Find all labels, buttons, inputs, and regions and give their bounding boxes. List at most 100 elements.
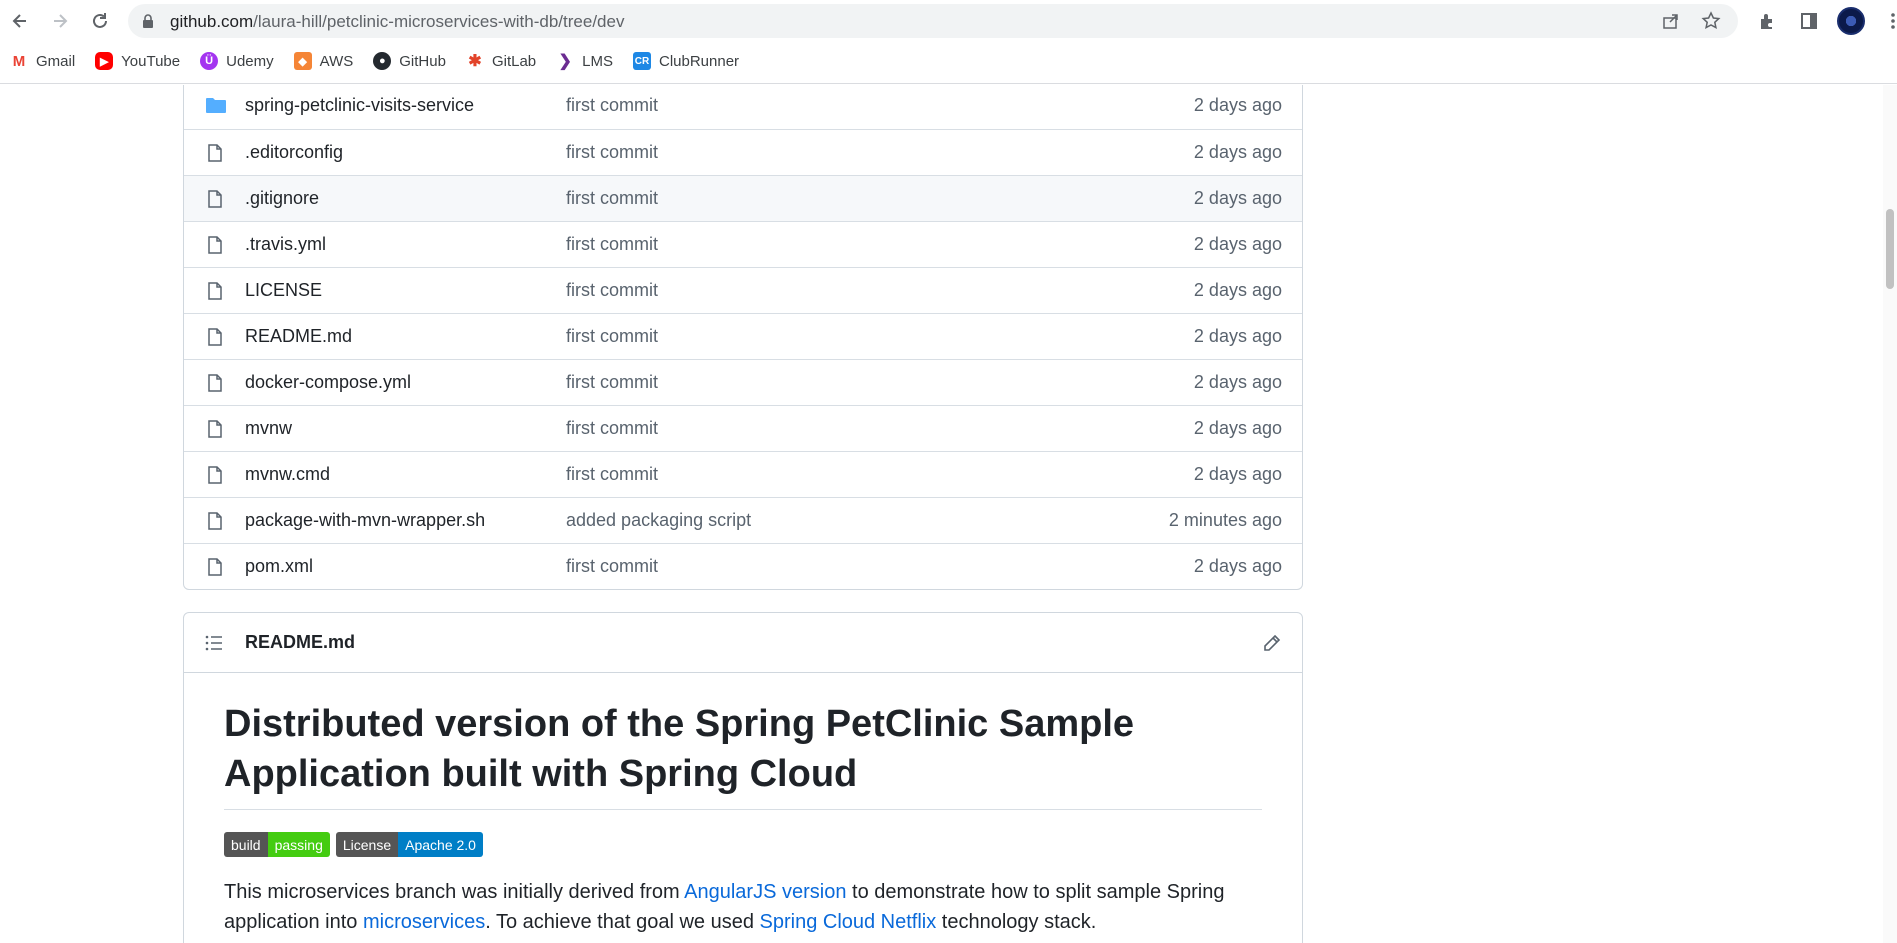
udemy-icon: Ü (200, 52, 219, 70)
file-icon (205, 511, 225, 531)
commit-age: 2 minutes ago (1168, 510, 1282, 530)
file-name-link[interactable]: package-with-mvn-wrapper.sh (245, 510, 485, 531)
commit-message-link[interactable]: added packaging script (566, 510, 751, 531)
reload-icon[interactable] (85, 6, 115, 36)
text: . To achieve that goal we used (485, 911, 760, 933)
clubrunner-icon: CR (633, 52, 651, 70)
file-row[interactable]: LICENSE first commit 2 days ago (184, 267, 1302, 313)
side-panel-icon[interactable] (1794, 6, 1824, 36)
text: technology stack. (936, 911, 1097, 933)
commit-message-link[interactable]: first commit (566, 95, 658, 116)
file-name-link[interactable]: LICENSE (245, 280, 322, 301)
file-row[interactable]: spring-petclinic-visits-service first com… (184, 85, 1302, 129)
file-name-link[interactable]: spring-petclinic-visits-service (245, 95, 474, 116)
bookmark-youtube[interactable]: ▶ YouTube (95, 48, 188, 74)
commit-message-link[interactable]: first commit (566, 556, 658, 577)
commit-age: 2 days ago (1193, 372, 1282, 392)
badge-value: passing (267, 832, 330, 857)
gmail-icon: M (10, 52, 28, 70)
file-name-link[interactable]: pom.xml (245, 556, 313, 577)
file-row[interactable]: .gitignore first commit 2 days ago (184, 175, 1302, 221)
file-row[interactable]: pom.xml first commit 2 days ago (184, 543, 1302, 589)
commit-age: 2 days ago (1193, 556, 1282, 576)
file-name-link[interactable]: mvnw (245, 418, 292, 439)
commit-message-link[interactable]: first commit (566, 188, 658, 209)
file-icon (205, 373, 225, 393)
aws-icon: ◆ (293, 52, 312, 70)
file-row[interactable]: mvnw first commit 2 days ago (184, 405, 1302, 451)
file-row[interactable]: docker-compose.yml first commit 2 days ago (184, 359, 1302, 405)
lms-icon: ❯ (556, 52, 575, 70)
commit-message-link[interactable]: first commit (566, 326, 658, 347)
bookmark-lms[interactable]: ❯ LMS (556, 48, 621, 74)
angularjs-link[interactable]: AngularJS version (684, 881, 846, 903)
lock-icon[interactable] (140, 13, 156, 29)
page-scrollbar[interactable] (1883, 85, 1897, 943)
commit-message-link[interactable]: first commit (566, 418, 658, 439)
menu-kebab-icon[interactable] (1878, 6, 1897, 36)
forward-icon[interactable] (45, 6, 75, 36)
commit-message-link[interactable]: first commit (566, 234, 658, 255)
badge-label: License (335, 832, 399, 857)
bookmark-gmail[interactable]: M Gmail (10, 48, 83, 74)
readme-filename[interactable]: README.md (245, 632, 355, 653)
file-name-link[interactable]: docker-compose.yml (245, 372, 411, 393)
commit-age: 2 days ago (1193, 234, 1282, 254)
url-text: github.com/laura-hill/petclinic-microser… (170, 12, 625, 31)
text: This microservices branch was initially … (224, 881, 685, 903)
readme-heading-line-2: Application built with Spring Cloud (224, 753, 858, 795)
profile-avatar[interactable] (1836, 6, 1866, 36)
file-row[interactable]: package-with-mvn-wrapper.sh added packagi… (184, 497, 1302, 543)
file-row[interactable]: .travis.yml first commit 2 days ago (184, 221, 1302, 267)
file-icon (205, 419, 225, 439)
bookmark-aws[interactable]: ◆ AWS (293, 48, 362, 74)
build-badge[interactable]: build passing (224, 832, 330, 857)
bookmark-github[interactable]: ● GitHub (373, 48, 454, 74)
edit-pencil-icon[interactable] (1262, 633, 1282, 653)
file-name-link[interactable]: .editorconfig (245, 142, 343, 163)
outline-list-icon[interactable] (204, 633, 224, 653)
file-icon (205, 143, 225, 163)
bookmark-star-icon[interactable] (1700, 10, 1722, 32)
badge-value: Apache 2.0 (398, 832, 483, 857)
scrollbar-thumb[interactable] (1886, 209, 1894, 289)
file-row[interactable]: .editorconfig first commit 2 days ago (184, 129, 1302, 175)
file-name-link[interactable]: .travis.yml (245, 234, 326, 255)
badges: build passing License Apache 2.0 (224, 832, 1262, 857)
readme-panel: README.md Distributed version of the Spr… (183, 612, 1303, 943)
file-list: spring-petclinic-visits-service first com… (183, 85, 1303, 590)
gitlab-icon: ✱ (465, 52, 484, 70)
commit-age: 2 days ago (1193, 188, 1282, 208)
file-name-link[interactable]: .gitignore (245, 188, 319, 209)
github-icon: ● (373, 52, 392, 70)
commit-message-link[interactable]: first commit (566, 464, 658, 485)
page-content: spring-petclinic-visits-service first com… (0, 85, 1897, 943)
readme-header: README.md (184, 613, 1302, 673)
bookmark-clubrunner[interactable]: CR ClubRunner (633, 48, 747, 74)
commit-message-link[interactable]: first commit (566, 142, 658, 163)
address-bar[interactable]: github.com/laura-hill/petclinic-microser… (128, 4, 1738, 38)
file-icon (205, 189, 225, 209)
text: to demonstrate how to split sample Sprin… (846, 881, 1225, 903)
commit-message-link[interactable]: first commit (566, 372, 658, 393)
license-badge[interactable]: License Apache 2.0 (335, 832, 483, 857)
bookmark-gitlab[interactable]: ✱ GitLab (465, 48, 544, 74)
file-name-link[interactable]: mvnw.cmd (245, 464, 330, 485)
microservices-link[interactable]: microservices (363, 911, 485, 933)
share-icon[interactable] (1660, 10, 1682, 32)
bookmarks-bar: M Gmail ▶ YouTube Ü Udemy ◆ AWS ● GitHub ✱ Git… (10, 48, 759, 74)
extensions-icon[interactable] (1752, 6, 1782, 36)
spring-cloud-netflix-link[interactable]: Spring Cloud Netflix (760, 911, 937, 933)
readme-heading-line-1: Distributed version of the Spring PetCli… (224, 703, 1135, 745)
bookmark-udemy[interactable]: Ü Udemy (200, 48, 282, 74)
file-row[interactable]: README.md first commit 2 days ago (184, 313, 1302, 359)
file-row[interactable]: mvnw.cmd first commit 2 days ago (184, 451, 1302, 497)
commit-age: 2 days ago (1193, 95, 1282, 115)
folder-icon (205, 96, 226, 116)
file-name-link[interactable]: README.md (245, 326, 352, 347)
commit-message-link[interactable]: first commit (566, 280, 658, 301)
youtube-icon: ▶ (95, 52, 114, 70)
commit-age: 2 days ago (1193, 142, 1282, 162)
commit-age: 2 days ago (1193, 326, 1282, 346)
back-icon[interactable] (5, 6, 35, 36)
